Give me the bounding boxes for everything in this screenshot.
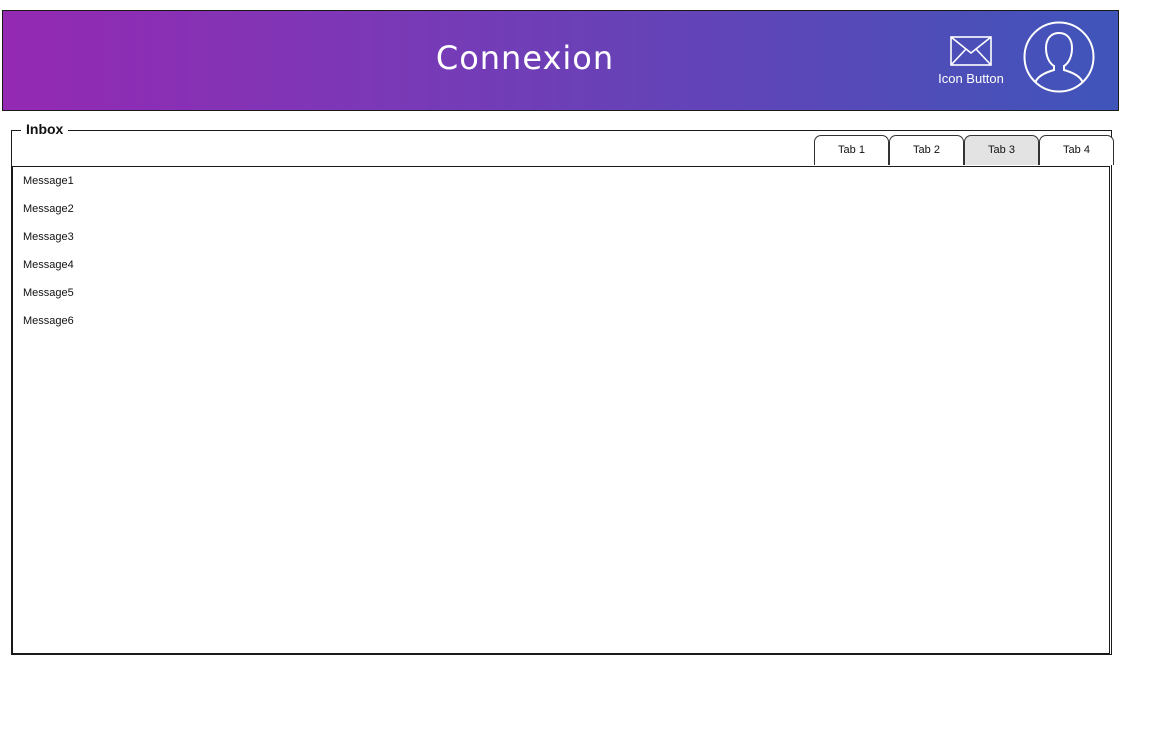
tab-content-panel: Message1 Message2 Message3 Message4 Mess… [12,166,1110,654]
mail-icon [950,36,992,66]
message-item[interactable]: Message5 [23,285,74,313]
message-item[interactable]: Message1 [23,173,74,201]
tab-1[interactable]: Tab 1 [814,135,889,165]
message-item[interactable]: Message2 [23,201,74,229]
user-avatar-icon[interactable] [1023,21,1095,93]
tab-4[interactable]: Tab 4 [1039,135,1114,165]
app-header: Connexion Icon Button [2,10,1119,111]
message-list: Message1 Message2 Message3 Message4 Mess… [23,173,74,341]
message-item[interactable]: Message6 [23,313,74,341]
tab-3[interactable]: Tab 3 [964,135,1039,165]
inbox-title: Inbox [21,121,69,137]
app-title: Connexion [435,39,615,77]
mail-icon-button[interactable]: Icon Button [931,35,1011,91]
message-item[interactable]: Message4 [23,257,74,285]
tab-2[interactable]: Tab 2 [889,135,964,165]
inbox-tabs: Tab 1 Tab 2 Tab 3 Tab 4 [814,135,1114,166]
message-item[interactable]: Message3 [23,229,74,257]
icon-button-label: Icon Button [938,71,1004,86]
